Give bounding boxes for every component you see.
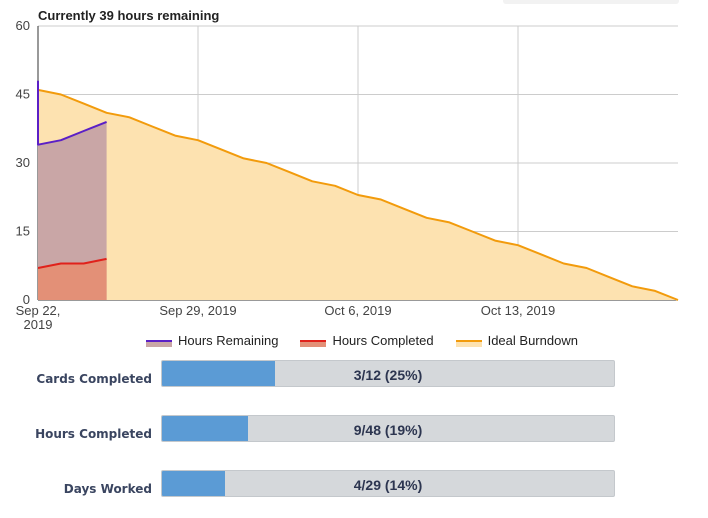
x-tick-label: Sep 22, [16, 303, 61, 318]
stat-label: Hours Completed [35, 427, 152, 441]
stat-row-hours-completed: Hours Completed 9/48 (19%) [0, 415, 708, 443]
legend-swatch-hours-completed [300, 340, 327, 347]
legend-item-ideal-burndown[interactable]: Ideal Burndown [455, 333, 578, 348]
progress-text: 9/48 (19%) [353, 422, 423, 438]
progress-bar: 3/12 (25%) [161, 360, 615, 387]
x-tick-label: Oct 6, 2019 [324, 303, 391, 318]
progress-text: 3/12 (25%) [353, 367, 423, 383]
y-tick-label: 30 [16, 155, 30, 170]
legend-item-hours-completed[interactable]: Hours Completed [300, 333, 434, 348]
progress-bar: 9/48 (19%) [161, 415, 615, 442]
x-tick-label: Sep 29, 2019 [159, 303, 236, 318]
legend-swatch-hours-remaining [146, 340, 172, 347]
x-tick-label: Oct 13, 2019 [481, 303, 555, 318]
y-tick-label: 45 [16, 87, 30, 102]
stat-label: Cards Completed [36, 372, 152, 386]
legend-label-ideal-burndown: Ideal Burndown [487, 333, 578, 348]
legend-label-hours-completed: Hours Completed [332, 333, 434, 348]
stat-label: Days Worked [63, 482, 152, 496]
legend-swatch-ideal-burndown [455, 340, 482, 347]
legend-label-hours-remaining: Hours Remaining [178, 333, 279, 348]
y-tick-label: 15 [16, 224, 30, 239]
stat-row-days-worked: Days Worked 4/29 (14%) [0, 470, 708, 498]
progress-text: 4/29 (14%) [353, 477, 423, 493]
burndown-chart: 015304560Sep 22,2019Sep 29, 2019 Oct 6, 2… [16, 18, 679, 330]
y-tick-label: 60 [16, 18, 30, 33]
legend-item-hours-remaining[interactable]: Hours Remaining [146, 333, 278, 348]
stat-row-cards-completed: Cards Completed 3/12 (25%) [0, 360, 708, 388]
legend: Hours Remaining Hours Completed Ideal Bu… [146, 333, 578, 348]
progress-bar: 4/29 (14%) [161, 470, 615, 497]
x-tick-label: 2019 [24, 317, 53, 330]
